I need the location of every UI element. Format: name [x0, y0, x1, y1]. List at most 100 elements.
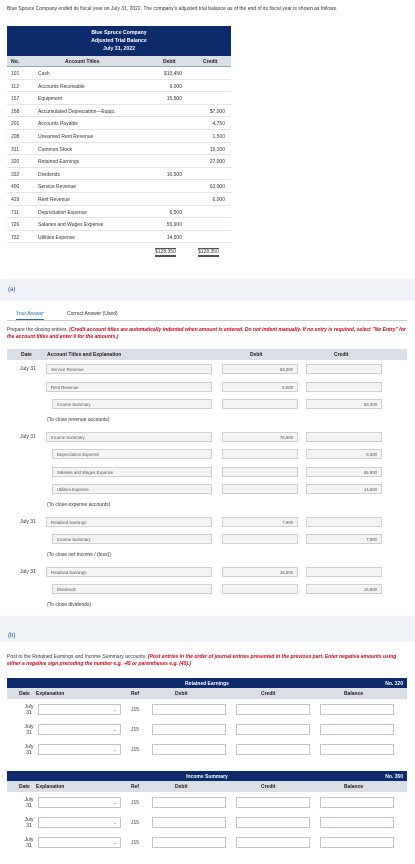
instruction-text: Prepare the closing entries.: [7, 327, 68, 333]
ledger-balance-input[interactable]: [320, 837, 394, 848]
entry-date: July 31: [20, 518, 36, 525]
ledger-ref: J15: [131, 840, 140, 846]
account-title-field[interactable]: Income Summary: [46, 431, 212, 442]
ledger-ref: J15: [131, 820, 140, 826]
account-title-field[interactable]: Retained Earnings: [46, 566, 212, 577]
ledger-credit-input[interactable]: [236, 837, 310, 848]
debit-amount-field[interactable]: 76,900: [222, 431, 298, 442]
debit-amount-field[interactable]: [222, 484, 298, 494]
tb-total-debit: $128,350: [155, 248, 176, 257]
tb-credit: 4,750: [212, 121, 225, 128]
tb-debit: $10,450: [163, 71, 182, 77]
account-title-field[interactable]: Income Summary: [52, 399, 212, 409]
debit-amount-field[interactable]: [222, 584, 298, 594]
ledger-col-debit: Debit: [175, 691, 188, 697]
credit-amount-field[interactable]: 6,500: [306, 449, 382, 459]
credit-amount-field[interactable]: [306, 566, 382, 577]
tab-correct-answer[interactable]: Correct Answer (Used): [67, 311, 118, 317]
ledger-debit-input[interactable]: [152, 817, 226, 828]
credit-amount-field[interactable]: 16,500: [306, 584, 382, 594]
tb-account-title: Retained Earnings: [38, 159, 80, 166]
explanation-select[interactable]: ⌄: [38, 724, 121, 735]
entry-explanation: (To close net income / (loss)): [47, 551, 111, 558]
ledger-row-date: July 31: [22, 817, 36, 829]
tb-account-no: 332: [11, 171, 20, 178]
ledger-balance-input[interactable]: [320, 797, 394, 808]
credit-amount-field[interactable]: [306, 381, 382, 392]
chevron-down-icon: ⌄: [112, 747, 117, 753]
ledger-credit-input[interactable]: [236, 744, 310, 755]
tb-credit: 6,000: [212, 197, 225, 203]
explanation-select[interactable]: ⌄: [38, 704, 121, 715]
ledger-col-explanation: Explanation: [36, 784, 65, 790]
je-col-date: Date: [21, 352, 32, 358]
ledger-column-headers: Date Explanation Ref Debit Credit Balance: [7, 688, 407, 699]
account-title-field[interactable]: Utilities Expense: [52, 484, 212, 494]
tab-your-answer[interactable]: Your Answer: [16, 311, 44, 320]
debit-amount-field[interactable]: 63,000: [222, 364, 298, 374]
account-title-field[interactable]: Service Revenue: [46, 364, 212, 374]
account-title-field[interactable]: Income Summary: [52, 534, 212, 544]
entry-explanation: (To close revenue accounts): [47, 416, 110, 423]
ledger-credit-input[interactable]: [236, 797, 310, 808]
ledger-balance-input[interactable]: [320, 704, 394, 715]
ledger-balance-input[interactable]: [320, 817, 394, 828]
account-title-field[interactable]: Depreciation Expense: [52, 449, 212, 459]
ledger-account-no: No. 350: [385, 773, 403, 780]
ledger-row-date: July 31: [22, 724, 36, 736]
ledger-debit-input[interactable]: [152, 797, 226, 808]
tb-row: 112 Accounts Receivable 9,000: [7, 80, 231, 93]
ledger-debit-input[interactable]: [152, 837, 226, 848]
credit-amount-field[interactable]: [306, 431, 382, 442]
explanation-select[interactable]: ⌄: [38, 797, 121, 808]
ledger-account-name: Retained Earnings: [185, 680, 229, 687]
tb-account-no: 726: [11, 222, 20, 229]
tb-credit: $7,000: [209, 108, 225, 115]
tb-row: 201 Accounts Payable 4,750: [7, 117, 231, 130]
ledger-debit-input[interactable]: [152, 724, 226, 735]
debit-amount-field[interactable]: [222, 534, 298, 544]
ledger-balance-input[interactable]: [320, 724, 394, 735]
tb-row: 157 Equipment 15,500: [7, 92, 231, 105]
credit-amount-field[interactable]: 14,500: [306, 484, 382, 494]
credit-amount-field[interactable]: [306, 516, 382, 527]
account-title-field[interactable]: Salaries and Wages Expense: [52, 466, 212, 477]
ledger-debit-input[interactable]: [152, 744, 226, 755]
ledger-credit-input[interactable]: [236, 704, 310, 715]
debit-amount-field[interactable]: 6,000: [222, 381, 298, 392]
ledger-ref: J15: [131, 727, 140, 733]
debit-amount-field[interactable]: [222, 466, 298, 477]
chevron-down-icon: ⌄: [112, 707, 117, 713]
ledger-col-ref: Ref: [131, 691, 140, 697]
part-a-band: (a): [0, 279, 415, 301]
je-col-account: Account Titles and Explanation: [47, 352, 122, 358]
ledger-account-name: Income Summary: [186, 773, 228, 780]
entry-explanation: (To close dividends): [47, 601, 92, 608]
explanation-select[interactable]: ⌄: [38, 817, 121, 828]
tb-debit: 14,500: [166, 234, 182, 241]
ledger-credit-input[interactable]: [236, 724, 310, 735]
ledger-column-headers: Date Explanation Ref Debit Credit Balance: [7, 781, 407, 792]
ledger-balance-input[interactable]: [320, 744, 394, 755]
debit-amount-field[interactable]: [222, 449, 298, 459]
tb-account-no: 400: [11, 184, 20, 191]
part-b-label: (b): [8, 633, 16, 639]
account-title-field[interactable]: Dividends: [52, 584, 212, 594]
ledger-row-date: July 31: [22, 704, 36, 716]
ledger-col-date: Date: [19, 691, 30, 697]
credit-amount-field[interactable]: [306, 364, 382, 374]
explanation-select[interactable]: ⌄: [38, 837, 121, 848]
debit-amount-field[interactable]: [222, 399, 298, 409]
credit-amount-field[interactable]: 69,000: [306, 399, 382, 409]
explanation-select[interactable]: ⌄: [38, 744, 121, 755]
ledger-col-date: Date: [19, 784, 30, 790]
credit-amount-field[interactable]: 7,900: [306, 534, 382, 544]
credit-amount-field[interactable]: 55,900: [306, 466, 382, 477]
account-title-field[interactable]: Retained Earnings: [46, 516, 212, 527]
ledger-credit-input[interactable]: [236, 817, 310, 828]
debit-amount-field[interactable]: 7,900: [222, 516, 298, 527]
chevron-down-icon: ⌄: [112, 820, 117, 826]
account-title-field[interactable]: Rent Revenue: [46, 381, 212, 392]
debit-amount-field[interactable]: 16,500: [222, 566, 298, 577]
ledger-debit-input[interactable]: [152, 704, 226, 715]
